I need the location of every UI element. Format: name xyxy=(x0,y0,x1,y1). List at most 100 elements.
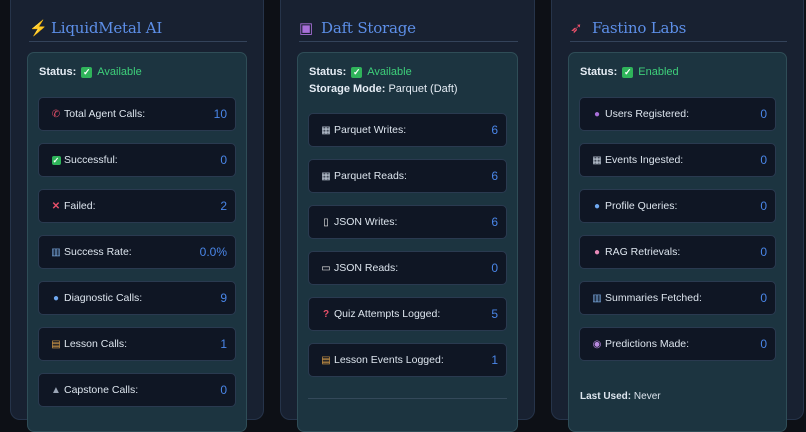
calendar-icon: ▦ xyxy=(321,124,331,136)
crystal-ball-icon: ◉ xyxy=(592,338,602,350)
stats-card: Status: ✓ Available ✆ Total Agent Calls:… xyxy=(27,52,247,432)
stat-value: 0 xyxy=(491,261,498,275)
stat-row-lesson-events-logged: ▤ Lesson Events Logged: 1 xyxy=(308,343,507,377)
calendar-icon: ▦ xyxy=(592,154,602,166)
stat-value: 0 xyxy=(760,291,767,305)
stat-row-profile-queries: ● Profile Queries: 0 xyxy=(579,189,776,223)
status-label: Status: xyxy=(580,66,618,78)
status-label: Status: xyxy=(309,66,347,78)
stat-label: Diagnostic Calls: xyxy=(64,292,143,304)
last-used-value: Never xyxy=(633,391,661,402)
stat-value: 0 xyxy=(220,383,227,397)
status-line: Status: ✓ Available xyxy=(309,66,412,78)
brain-icon: ● xyxy=(593,246,601,258)
check-icon: ✓ xyxy=(351,66,363,78)
status-value: Available xyxy=(97,66,142,78)
stat-label: Total Agent Calls: xyxy=(64,108,146,120)
question-icon: ? xyxy=(322,308,330,320)
panel-title: Daft Storage xyxy=(321,19,416,37)
stat-row-rag-retrievals: ● RAG Retrievals: 0 xyxy=(579,235,776,269)
stat-label: Lesson Events Logged: xyxy=(334,354,444,366)
stat-label: Parquet Writes: xyxy=(334,124,407,136)
books-icon: ▤ xyxy=(51,338,61,350)
bar-chart-icon: ▥ xyxy=(592,292,602,304)
panel-title: Fastino Labs xyxy=(592,19,687,37)
bar-chart-icon: ▥ xyxy=(51,246,61,258)
stat-value: 9 xyxy=(220,291,227,305)
last-used-line: Last Used: Never xyxy=(580,391,661,402)
panel-header: ▣ Daft Storage xyxy=(299,15,518,42)
stat-row-capstone-calls: ▲ Capstone Calls: 0 xyxy=(38,373,236,407)
open-book-icon: ▭ xyxy=(321,262,331,274)
stat-row-parquet-writes: ▦ Parquet Writes: 6 xyxy=(308,113,507,147)
user-icon: ● xyxy=(593,108,601,120)
stat-label: Quiz Attempts Logged: xyxy=(334,308,441,320)
stat-value: 6 xyxy=(491,169,498,183)
stat-label: Failed: xyxy=(64,200,96,212)
stat-value: 6 xyxy=(491,123,498,137)
stat-label: Events Ingested: xyxy=(605,154,684,166)
panel-title: LiquidMetal AI xyxy=(51,19,163,37)
stat-label: Success Rate: xyxy=(64,246,132,258)
status-value: Available xyxy=(367,66,412,78)
stat-row-predictions-made: ◉ Predictions Made: 0 xyxy=(579,327,776,361)
stat-value: 1 xyxy=(220,337,227,351)
rocket-icon: ➶ xyxy=(570,20,583,37)
graduation-cap-icon: ▲ xyxy=(51,384,61,396)
stat-row-users-registered: ● Users Registered: 0 xyxy=(579,97,776,131)
stat-row-failed: ✕ Failed: 2 xyxy=(38,189,236,223)
magnifier-icon: ● xyxy=(52,292,60,304)
status-line: Status: ✓ Enabled xyxy=(580,66,679,78)
stats-card: Status: ✓ Available Storage Mode: Parque… xyxy=(297,52,518,432)
stat-value: 0 xyxy=(760,107,767,121)
cross-icon: ✕ xyxy=(51,200,61,212)
stats-card: Status: ✓ Enabled ● Users Registered: 0 … xyxy=(568,52,787,432)
panel-header: ⚡ LiquidMetal AI xyxy=(29,15,247,42)
stat-label: JSON Writes: xyxy=(334,216,398,228)
stat-value: 0 xyxy=(760,199,767,213)
stat-value: 10 xyxy=(213,107,227,121)
stat-value: 0 xyxy=(760,245,767,259)
check-icon: ✓ xyxy=(51,155,61,165)
floppy-disk-icon: ▣ xyxy=(299,20,314,37)
status-label: Status: xyxy=(39,66,77,78)
stat-label: Successful: xyxy=(64,154,118,166)
status-value: Enabled xyxy=(638,66,679,78)
calendar-icon: ▦ xyxy=(321,170,331,182)
lightning-icon: ⚡ xyxy=(29,20,48,37)
stat-label: Profile Queries: xyxy=(605,200,678,212)
check-icon: ✓ xyxy=(81,66,93,78)
fastino-labs-panel: ➶ Fastino Labs Status: ✓ Enabled ● Users… xyxy=(551,0,804,432)
stat-value: 6 xyxy=(491,215,498,229)
stat-label: Parquet Reads: xyxy=(334,170,407,182)
storage-mode-value: Parquet (Daft) xyxy=(388,83,458,95)
books-icon: ▤ xyxy=(321,354,331,366)
stat-row-success-rate: ▥ Success Rate: 0.0% xyxy=(38,235,236,269)
stat-value: 2 xyxy=(220,199,227,213)
stat-value: 0.0% xyxy=(199,245,227,259)
stat-label: Lesson Calls: xyxy=(64,338,128,350)
stat-row-successful: ✓ Successful: 0 xyxy=(38,143,236,177)
phone-icon: ✆ xyxy=(51,108,61,120)
stat-value: 1 xyxy=(491,353,498,367)
stat-row-diagnostic-calls: ● Diagnostic Calls: 9 xyxy=(38,281,236,315)
divider xyxy=(308,398,507,399)
stat-value: 0 xyxy=(220,153,227,167)
stat-row-parquet-reads: ▦ Parquet Reads: 6 xyxy=(308,159,507,193)
panel-header: ➶ Fastino Labs xyxy=(570,15,787,42)
stat-value: 0 xyxy=(760,153,767,167)
stat-label: JSON Reads: xyxy=(334,262,399,274)
status-line: Status: ✓ Available xyxy=(39,66,142,78)
stat-row-summaries-fetched: ▥ Summaries Fetched: 0 xyxy=(579,281,776,315)
stat-label: Capstone Calls: xyxy=(64,384,139,396)
storage-mode-label: Storage Mode: xyxy=(309,83,386,95)
stat-label: Summaries Fetched: xyxy=(605,292,702,304)
stat-label: Users Registered: xyxy=(605,108,690,120)
liquidmetal-panel: ⚡ LiquidMetal AI Status: ✓ Available ✆ T… xyxy=(10,0,264,432)
stat-row-lesson-calls: ▤ Lesson Calls: 1 xyxy=(38,327,236,361)
stat-value: 5 xyxy=(491,307,498,321)
magnifier-icon: ● xyxy=(593,200,601,212)
check-icon: ✓ xyxy=(622,66,634,78)
stat-row-quiz-attempts-logged: ? Quiz Attempts Logged: 5 xyxy=(308,297,507,331)
document-icon: ▯ xyxy=(323,216,329,228)
